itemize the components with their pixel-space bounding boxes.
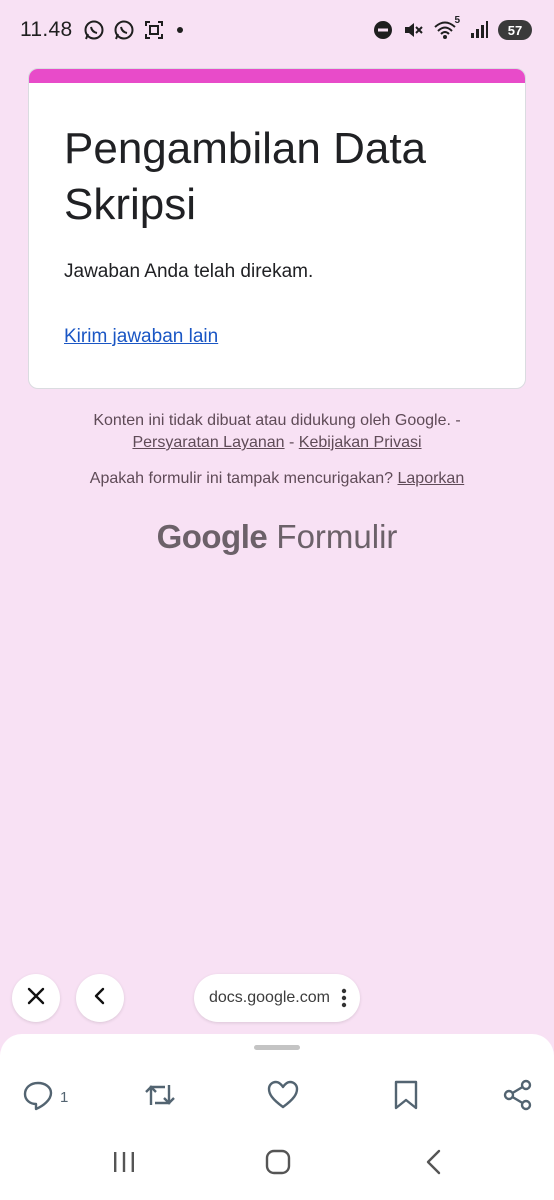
bookmark-button[interactable] bbox=[392, 1080, 420, 1114]
mute-icon bbox=[402, 19, 424, 41]
bookmark-icon bbox=[392, 1079, 420, 1116]
report-link[interactable]: Laporkan bbox=[398, 470, 465, 487]
reply-count: 1 bbox=[60, 1088, 69, 1106]
like-icon bbox=[267, 1080, 299, 1115]
form-accent-bar bbox=[29, 69, 525, 83]
home-icon bbox=[265, 1149, 291, 1180]
home-button[interactable] bbox=[264, 1149, 292, 1180]
url-text: docs.google.com bbox=[209, 989, 330, 1006]
share-button[interactable] bbox=[502, 1079, 534, 1116]
footer-report: Apakah formulir ini tampak mencurigakan?… bbox=[0, 468, 554, 490]
wifi-label: 5 bbox=[454, 15, 460, 26]
terms-of-service-link[interactable]: Persyaratan Layanan bbox=[132, 434, 284, 451]
system-back-button[interactable] bbox=[420, 1149, 448, 1180]
dot-icon bbox=[176, 27, 183, 33]
status-right: 5 57 bbox=[372, 15, 532, 41]
card-body: Pengambilan Data Skripsi Jawaban Anda te… bbox=[29, 83, 525, 348]
url-bar[interactable]: docs.google.com bbox=[194, 974, 360, 1022]
brand-google: Google bbox=[156, 518, 268, 555]
recent-apps-button[interactable] bbox=[110, 1150, 138, 1178]
status-time: 11.48 bbox=[20, 18, 73, 41]
form-title: Pengambilan Data Skripsi bbox=[64, 124, 427, 229]
privacy-policy-link[interactable]: Kebijakan Privasi bbox=[299, 434, 422, 451]
sheet-drag-handle[interactable] bbox=[254, 1045, 300, 1050]
recent-apps-icon bbox=[111, 1150, 137, 1179]
chevron-left-icon bbox=[93, 987, 107, 1010]
do-not-disturb-icon bbox=[372, 19, 394, 41]
whatsapp-icon bbox=[83, 19, 105, 41]
form-confirmation-card: Pengambilan Data Skripsi Jawaban Anda te… bbox=[28, 68, 526, 389]
brand-product: Formulir bbox=[276, 518, 398, 555]
share-icon bbox=[502, 1079, 534, 1116]
back-icon bbox=[424, 1149, 444, 1180]
status-bar: 11.48 5 57 bbox=[0, 0, 554, 60]
close-button[interactable] bbox=[12, 974, 60, 1022]
footer-separator: - bbox=[289, 434, 295, 451]
report-question: Apakah formulir ini tampak mencurigakan? bbox=[89, 470, 394, 487]
screenshot-icon bbox=[143, 19, 165, 41]
wifi-icon: 5 bbox=[432, 15, 460, 41]
reply-button[interactable]: 1 bbox=[22, 1080, 68, 1114]
footer-disclaimer: Konten ini tidak dibuat atau didukung ol… bbox=[0, 410, 554, 454]
back-button[interactable] bbox=[76, 974, 124, 1022]
more-vert-icon[interactable] bbox=[338, 987, 350, 1009]
google-forms-logo: Google Formulir bbox=[0, 518, 554, 556]
whatsapp-icon bbox=[113, 19, 135, 41]
retweet-button[interactable] bbox=[143, 1080, 177, 1114]
like-button[interactable] bbox=[267, 1080, 299, 1114]
submit-another-response-link[interactable]: Kirim jawaban lain bbox=[64, 326, 218, 348]
close-icon bbox=[27, 987, 45, 1010]
status-left: 11.48 bbox=[20, 18, 183, 42]
battery-indicator: 57 bbox=[498, 20, 532, 40]
reply-icon bbox=[22, 1079, 54, 1116]
confirmation-message: Jawaban Anda telah direkam. bbox=[64, 261, 314, 282]
retweet-icon bbox=[143, 1079, 177, 1116]
disclaimer-text: Konten ini tidak dibuat atau didukung ol… bbox=[93, 412, 461, 429]
signal-icon bbox=[468, 19, 490, 41]
